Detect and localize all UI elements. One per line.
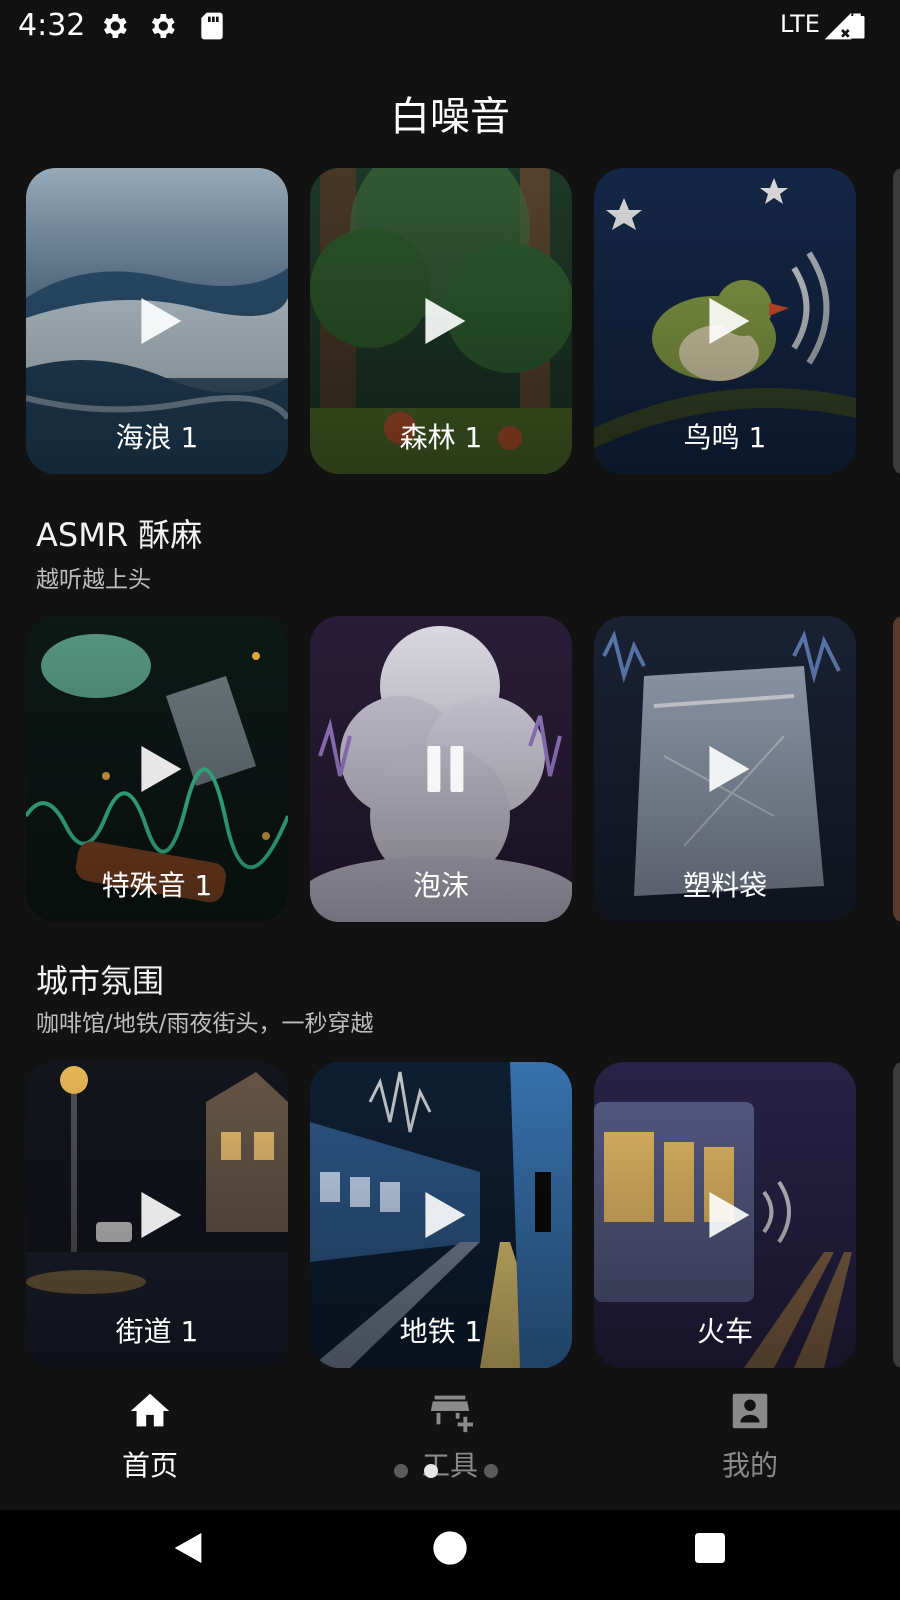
next-card-peek — [893, 168, 900, 474]
play-icon[interactable] — [707, 1190, 751, 1240]
network-type: LTE — [780, 10, 820, 38]
nav-item-profile[interactable]: 我的 — [600, 1368, 900, 1498]
section-subtitle-asmr: 越听越上头 — [36, 567, 151, 593]
recents-icon[interactable] — [690, 1528, 730, 1568]
account-box-icon[interactable] — [727, 1388, 773, 1434]
card-label: 泡沫 — [412, 869, 469, 902]
battery-icon — [849, 13, 865, 39]
play-icon[interactable] — [707, 296, 751, 346]
nav-item-home[interactable]: 首页 — [0, 1368, 300, 1498]
card-label: 鸟鸣 1 — [683, 421, 767, 454]
sound-card-waves[interactable]: 海浪 1 — [26, 168, 288, 474]
card-label: 海浪 1 — [115, 421, 199, 454]
store-add-icon[interactable] — [427, 1388, 473, 1434]
sound-card-birdsong[interactable]: 鸟鸣 1 — [594, 168, 856, 474]
status-bar: 4:32 LTE — [0, 0, 900, 52]
page-dot[interactable] — [484, 1464, 498, 1478]
section-title-city: 城市氛围 — [36, 962, 165, 1000]
card-label: 森林 1 — [399, 421, 483, 454]
sound-card-plastic-bag[interactable]: 塑料袋 — [594, 616, 856, 922]
page-title: 白噪音 — [390, 94, 510, 140]
play-icon[interactable] — [707, 744, 751, 794]
play-icon[interactable] — [139, 744, 183, 794]
nav-label-home: 首页 — [121, 1449, 178, 1482]
next-card-peek — [893, 616, 900, 922]
home-icon[interactable] — [127, 1388, 173, 1434]
section-title-asmr: ASMR 酥麻 — [36, 516, 203, 554]
play-icon[interactable] — [423, 1190, 467, 1240]
card-label: 塑料袋 — [682, 869, 767, 902]
screen: 4:32 LTE 白噪音 海浪 1 森林 1 鸟鸣 1 ASMR 酥麻 越听越上… — [0, 0, 900, 1600]
sound-card-special[interactable]: 特殊音 1 — [26, 616, 288, 922]
sound-card-forest[interactable]: 森林 1 — [310, 168, 572, 474]
back-icon[interactable] — [168, 1528, 208, 1568]
card-label: 火车 — [696, 1315, 753, 1348]
play-icon[interactable] — [423, 296, 467, 346]
home-circle-icon[interactable] — [430, 1528, 470, 1568]
sound-card-street[interactable]: 街道 1 — [26, 1062, 288, 1368]
status-time: 4:32 — [18, 8, 86, 43]
next-card-peek — [893, 1062, 900, 1368]
nav-label-profile: 我的 — [721, 1449, 778, 1482]
section-subtitle-city: 咖啡馆/地铁/雨夜街头，一秒穿越 — [36, 1011, 374, 1037]
card-label: 特殊音 1 — [101, 869, 213, 902]
card-label: 地铁 1 — [399, 1315, 483, 1348]
sound-card-train[interactable]: 火车 — [594, 1062, 856, 1368]
sd-card-icon — [201, 12, 223, 40]
gear-icon — [103, 14, 127, 38]
card-label: 街道 1 — [115, 1315, 199, 1348]
play-icon[interactable] — [139, 296, 183, 346]
sound-card-foam[interactable]: 泡沫 — [310, 616, 572, 922]
pause-icon[interactable] — [423, 744, 467, 794]
gear-icon — [151, 14, 175, 38]
play-icon[interactable] — [139, 1190, 183, 1240]
page-dot-active[interactable] — [424, 1464, 438, 1478]
system-nav-bar — [0, 1510, 900, 1600]
sound-card-subway[interactable]: 地铁 1 — [310, 1062, 572, 1368]
page-indicator — [394, 1460, 504, 1480]
page-dot[interactable] — [394, 1464, 408, 1478]
